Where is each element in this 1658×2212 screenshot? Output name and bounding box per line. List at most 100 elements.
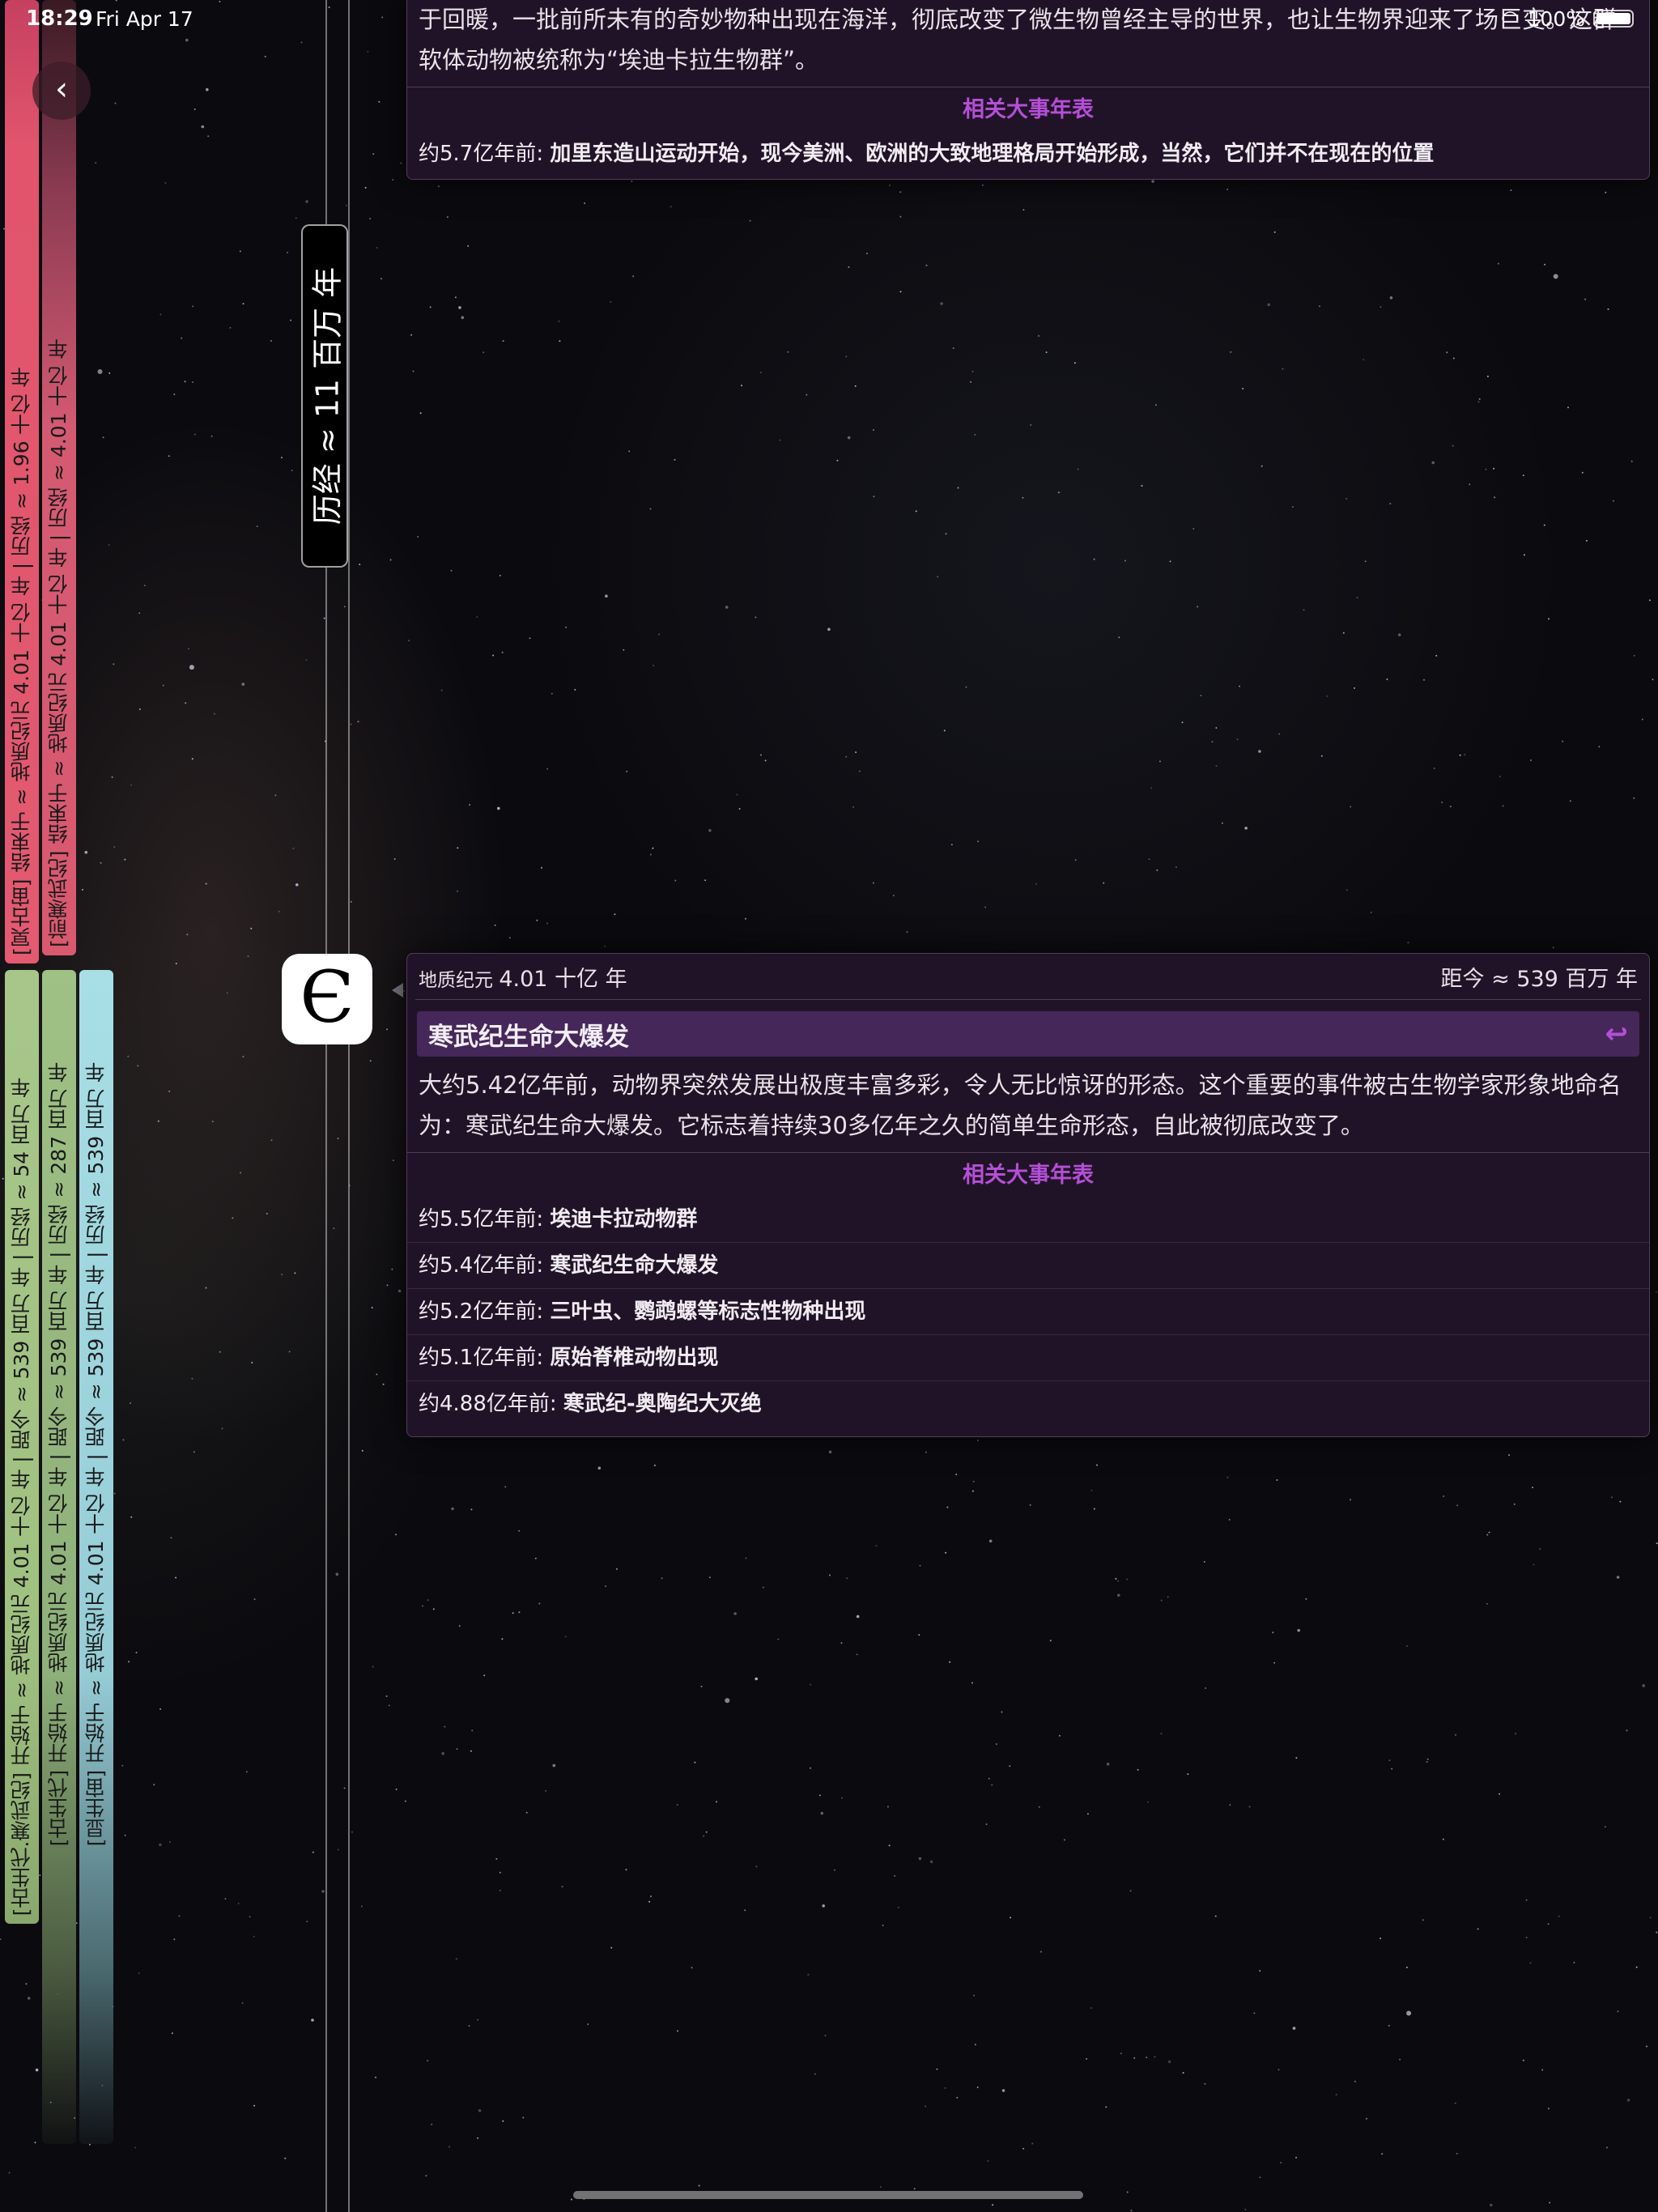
timeline-bar-phanerozoic[interactable]: [显生宙] 开始于 ≈ 地质纪元 4.01 十亿 年 | 距今 ≈ 539 百万… [79, 970, 113, 2144]
event-text: 原始脊椎动物出现 [550, 1346, 719, 1370]
star [1259, 1970, 1261, 1972]
star [1626, 2099, 1630, 2102]
star [371, 1307, 373, 1309]
star [1045, 351, 1048, 354]
star [1244, 2209, 1247, 2210]
star [1553, 274, 1558, 279]
event-title-bar[interactable]: 寒武纪生命大爆发 ↩ [417, 1011, 1639, 1057]
star [95, 162, 97, 164]
star [1326, 695, 1329, 697]
timeline-bar-label: [显生宙] 开始于 ≈ 地质纪元 4.01 十亿 年 | 距今 ≈ 539 百万… [84, 1061, 108, 1846]
timeline-bar-label: [古生代.寒武纪] 开始于 ≈ 地质纪元 4.01 十亿 年 | 距今 ≈ 53… [10, 1077, 33, 1916]
star [653, 1464, 656, 1466]
star [584, 202, 586, 204]
star [1073, 362, 1076, 364]
event-row[interactable]: 约5.4亿年前: 寒武纪生命大爆发 [407, 1243, 1649, 1289]
star [241, 2002, 244, 2004]
timeline-bar-precambrian[interactable]: [前寒武纪] 结束于 ≈ 地质纪元 4.01 十亿 年 | 历经 ≈ 4.01 … [42, 0, 76, 955]
return-icon[interactable]: ↩ [1605, 1018, 1629, 1050]
star [749, 219, 751, 222]
star [894, 1874, 896, 1877]
star [1137, 1768, 1139, 1771]
star [253, 2104, 256, 2107]
star [1096, 1464, 1098, 1466]
star [561, 1886, 563, 1888]
star [971, 1490, 974, 1492]
star [1530, 759, 1532, 761]
star [1187, 1773, 1189, 1776]
star [759, 372, 762, 373]
event-row[interactable]: 约5.2亿年前: 三叶虫、鹦鹉螺等标志性物种出现 [407, 1289, 1649, 1335]
star [854, 385, 857, 387]
star [1354, 687, 1355, 689]
star [1295, 2156, 1297, 2159]
star [1118, 636, 1120, 639]
star [987, 2160, 989, 2162]
star [1633, 797, 1635, 799]
star [0, 1938, 2, 1941]
star [1029, 1504, 1031, 1506]
star [824, 2035, 827, 2037]
star [810, 1683, 812, 1686]
event-row[interactable]: 约5.5亿年前: 埃迪卡拉动物群 [407, 1197, 1649, 1243]
epoch-value: 4.01 十亿 年 [499, 966, 627, 992]
event-card-ediacaran[interactable]: 于回暖，一批前所未有的奇妙物种出现在海洋，彻底改变了微生物曾经主导的世界，也让生… [406, 0, 1650, 180]
event-row[interactable]: 约4.88亿年前: 寒武纪-奥陶纪大灭绝 [407, 1381, 1649, 1427]
event-list: 约5.5亿年前: 埃迪卡拉动物群 约5.4亿年前: 寒武纪生命大爆发 约5.2亿… [407, 1197, 1649, 1427]
star [518, 1611, 521, 1614]
timeline-bar-paleozoic[interactable]: [古生代] 开始于 ≈ 地质纪元 4.01 十亿 年 | 距今 ≈ 539 百万… [42, 970, 76, 2144]
star [674, 458, 676, 461]
star [360, 1905, 363, 1908]
star [1295, 1757, 1298, 1759]
star [1656, 1542, 1658, 1545]
star [1510, 189, 1512, 191]
star [1635, 1966, 1638, 1968]
event-row[interactable]: 约5.7亿年前: 加里东造山运动开始，现今美洲、欧洲的大致地理格局开始形成，当然… [407, 131, 1649, 177]
star [470, 1750, 472, 1752]
star [1431, 461, 1435, 465]
star [170, 1537, 172, 1539]
star [173, 1938, 176, 1941]
star [192, 305, 194, 308]
star [925, 1451, 927, 1453]
star [1584, 298, 1587, 300]
star [1236, 738, 1239, 741]
star [1513, 1503, 1516, 1505]
star [888, 1844, 891, 1847]
event-card-cambrian-explosion[interactable]: 地质纪元 4.01 十亿 年 距今 ≈ 539 百万 年 寒武纪生命大爆发 ↩ … [406, 953, 1650, 1437]
cambrian-symbol-icon[interactable]: Є [282, 954, 372, 1044]
star [1022, 2147, 1025, 2150]
timeline-bar-hadean[interactable]: [冥古宙] 结束于 ≈ 地质纪元 4.01 十亿 年 | 历经 ≈ 1.96 十… [5, 0, 39, 963]
star [1214, 1915, 1217, 1917]
star [382, 1383, 385, 1385]
star [848, 266, 850, 268]
star [650, 1895, 652, 1898]
timeline-bar-cambrian[interactable]: [古生代.寒武纪] 开始于 ≈ 地质纪元 4.01 十亿 年 | 距今 ≈ 53… [5, 970, 39, 1924]
star [929, 1860, 933, 1864]
star [1380, 1938, 1381, 1939]
event-time: 约5.1亿年前: [419, 1346, 544, 1370]
star [410, 334, 412, 336]
star [1239, 685, 1240, 687]
star [1490, 2203, 1493, 2207]
back-button[interactable]: ‹ [32, 62, 91, 120]
star [822, 1904, 825, 1908]
star [143, 585, 146, 587]
status-time: 18:29 [26, 6, 93, 31]
star [976, 2087, 979, 2088]
home-indicator[interactable] [573, 2191, 1083, 2199]
star [616, 1568, 618, 1570]
star [915, 510, 917, 513]
star [35, 2068, 39, 2072]
star [391, 1268, 393, 1270]
star [242, 1056, 244, 1057]
star [1117, 1593, 1120, 1597]
star [350, 723, 352, 725]
event-row[interactable]: 约5.1亿年前: 原始脊椎动物出现 [407, 1335, 1649, 1381]
star [477, 2137, 479, 2139]
star [1226, 1476, 1229, 1478]
star [1038, 1806, 1040, 1808]
star [1342, 632, 1345, 634]
star [1049, 1640, 1052, 1642]
star [449, 2146, 450, 2148]
